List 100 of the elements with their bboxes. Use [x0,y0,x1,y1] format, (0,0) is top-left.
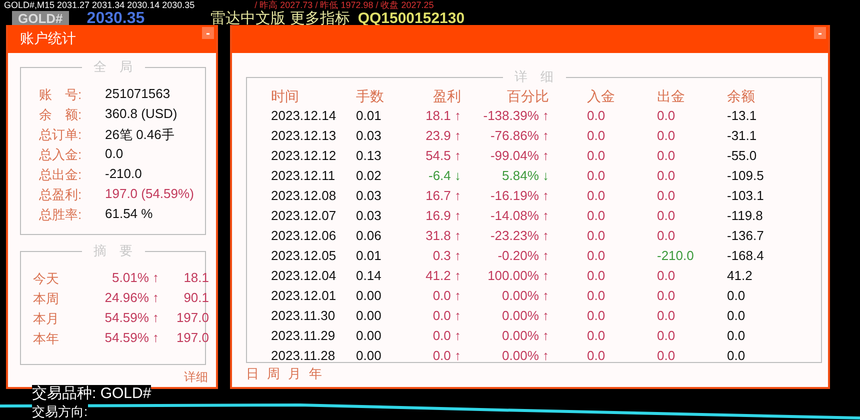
table-cell-text: 0.00 [356,288,382,305]
table-cell-text: -168.4 [727,248,765,265]
period-amount: 18.1 [182,270,209,287]
minimize-button[interactable]: - [814,27,826,39]
table-cell-text: 0.0 [657,228,676,245]
table-cell-text: -136.7 [727,228,765,245]
period-label: 本月 [33,310,60,328]
table-cell-text: 0.0 [657,148,676,165]
table-cell-text: 2023.12.11 [271,168,336,185]
table-cell-text: 0.06 [356,228,382,245]
field-label: 总入金: [39,146,83,164]
table-cell-text: 0.0 [657,288,676,305]
table-cell-text: 54.5 ↑ [424,148,461,165]
symbol-label: 交易品种: GOLD# [32,385,152,402]
period-label: 本年 [33,330,60,348]
period-label: 本周 [33,290,60,308]
field-value: -210.0 [105,166,143,183]
period-percent: 24.96% ↑ [104,290,159,307]
period-amount: 90.1 [182,290,209,307]
table-cell-text: -0.20% ↑ [496,248,549,265]
table-cell-text: -210.0 [657,248,695,265]
table-cell-text: 0.0 [657,308,676,325]
table-cell-text: -138.39% ↑ [482,108,549,125]
table-cell-text: 0.00 [356,348,382,365]
column-header: 百分比 [506,88,549,106]
table-cell-text: 0.3 ↑ [432,248,461,265]
period-tab[interactable]: 周 [267,365,280,383]
field-value: 251071563 [105,86,172,103]
table-cell-text: 0.00% ↑ [501,288,549,305]
symbol-badge: GOLD# [12,10,69,26]
table-cell-text: -103.1 [727,188,765,205]
table-cell-text: 0.0 ↑ [432,288,461,305]
table-cell-text: 0.0 [586,148,606,165]
field-label: 总胜率: [39,206,83,224]
table-cell-text: 0.0 [657,268,676,285]
table-cell-text: 100.00% ↑ [486,268,549,285]
qq-number: QQ1500152130 [358,10,465,27]
table-cell-text: 0.0 [727,328,746,345]
table-cell-text: -23.23% ↑ [489,228,549,245]
prev-day-prices: / 昨高 2027.73 / 昨低 1972.98 / 收盘 2027.25 [254,0,434,10]
field-value: 0.0 [105,146,124,163]
period-percent: 54.59% ↑ [104,330,159,347]
table-cell-text: -76.86% ↑ [489,128,549,145]
period-tab[interactable]: 日 [246,365,259,383]
table-cell-text: 0.0 ↑ [432,348,461,365]
period-amount: 197.0 [175,310,209,327]
period-percent: 54.59% ↑ [104,310,159,327]
table-cell-text: -14.08% ↑ [489,208,549,225]
table-cell-text: 0.0 [727,348,746,365]
table-cell-text: 5.84% ↓ [501,168,549,185]
table-cell-text: 0.0 [657,188,676,205]
current-price: 2030.35 [86,10,145,28]
table-cell-text: 0.0 [657,108,676,125]
table-cell-text: 0.0 [657,328,676,345]
table-cell-text: 0.01 [356,108,382,125]
column-header: 出金 [657,88,686,106]
table-cell-text: 0.0 [586,108,606,125]
field-value: 26笔 0.46手 [105,126,176,144]
period-percent: 5.01% ↑ [111,270,159,287]
table-cell-text: 2023.12.07 [271,208,338,225]
table-cell-text: -6.4 ↓ [427,168,461,185]
table-cell-text: 2023.11.29 [271,328,336,345]
table-cell-text: 0.0 [727,288,746,305]
table-cell-text: 0.0 ↑ [432,328,461,345]
table-cell-text: 2023.12.12 [271,148,338,165]
table-cell-text: -55.0 [727,148,758,165]
table-cell-text: 2023.11.30 [271,308,336,325]
table-cell-text: 16.9 ↑ [424,208,461,225]
table-cell-text: 23.9 ↑ [424,128,461,145]
table-cell-text: 41.2 [727,268,754,285]
field-label: 总出金: [39,166,83,184]
chart-ticker: GOLD#,M15 2031.27 2031.34 2030.14 2030.35 [4,0,195,11]
table-cell-text: 0.0 [586,228,606,245]
period-amount: 197.0 [175,330,209,347]
column-header: 余额 [727,88,756,106]
table-cell-text: 0.13 [356,148,382,165]
table-cell-text: 0.0 [586,288,606,305]
minimize-button[interactable]: - [202,27,214,39]
column-header: 手数 [356,88,385,106]
table-cell-text: 0.00 [356,308,382,325]
table-cell-text: -99.04% ↑ [489,148,549,165]
table-cell-text: 2023.12.13 [271,128,338,145]
table-cell-text: -119.8 [727,208,764,225]
field-value: 197.0 (54.59%) [105,186,195,203]
table-cell-text: 0.0 [657,128,676,145]
table-cell-text: 0.00% ↑ [501,328,549,345]
period-tab[interactable]: 年 [309,365,322,383]
table-cell-text: 2023.12.05 [271,248,338,265]
period-label: 今天 [33,270,60,288]
details-link[interactable]: 详细 [184,369,208,386]
table-cell-text: -13.1 [727,108,758,125]
table-cell-text: 0.0 [586,188,606,205]
table-cell-text: 0.0 [586,168,606,185]
field-label: 总盈利: [39,186,83,204]
table-cell-text: 0.03 [356,128,382,145]
table-cell-text: 2023.11.28 [271,348,336,365]
table-cell-text: 18.1 ↑ [424,108,461,125]
table-cell-text: 0.0 [727,308,746,325]
table-cell-text: 2023.12.14 [271,108,338,125]
period-tab[interactable]: 月 [288,365,301,383]
